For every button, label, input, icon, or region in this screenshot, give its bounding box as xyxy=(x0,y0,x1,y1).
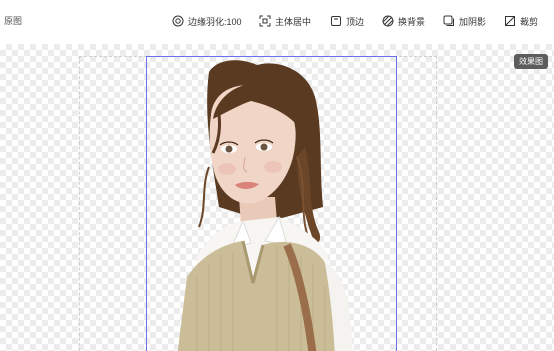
top-edge-icon xyxy=(331,16,341,26)
add-shadow-icon xyxy=(443,15,454,26)
change-background-button[interactable]: 换背景 xyxy=(382,13,425,29)
crop-icon xyxy=(505,16,515,26)
feather-edge-label: 边缘羽化:100 xyxy=(188,16,242,27)
change-background-label: 换背景 xyxy=(398,16,426,27)
center-subject-icon xyxy=(259,15,271,27)
add-shadow-button[interactable]: 加阴影 xyxy=(443,13,486,29)
top-edge-button[interactable]: 顶边 xyxy=(330,13,364,29)
effect-preview-badge: 效果图 xyxy=(514,54,548,69)
cutout-image-frame[interactable] xyxy=(146,56,397,351)
change-background-icon xyxy=(382,15,394,27)
add-shadow-label: 加阴影 xyxy=(459,16,487,27)
cutout-subject-image xyxy=(177,60,353,351)
center-subject-button[interactable]: 主体居中 xyxy=(259,13,311,29)
editing-canvas[interactable]: 效果图 xyxy=(0,44,554,351)
crop-button[interactable]: 裁剪 xyxy=(504,13,538,29)
center-subject-label: 主体居中 xyxy=(275,16,312,27)
feather-edge-icon xyxy=(172,15,184,27)
feather-edge-button[interactable]: 边缘羽化:100 xyxy=(172,13,242,29)
original-image-label: 原图 xyxy=(4,16,23,26)
top-edge-label: 顶边 xyxy=(346,16,365,27)
toolbar: 原图 边缘羽化:100 主体居中 顶边 换背景 加阴影 裁剪 xyxy=(0,0,554,44)
crop-label: 裁剪 xyxy=(520,16,539,27)
